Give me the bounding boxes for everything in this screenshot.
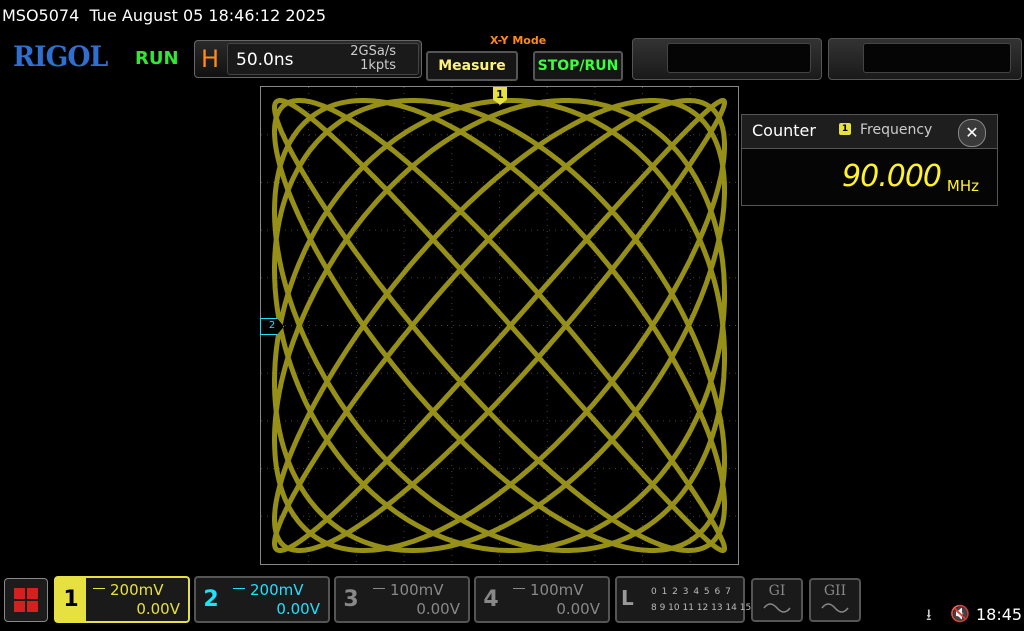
channel-3-offset: 0.00V [416, 600, 460, 618]
horizontal-letter: H [200, 45, 220, 73]
channel-1-box[interactable]: 1 200mV 0.00V [54, 576, 190, 623]
channel-1-scale: 200mV [110, 581, 164, 599]
xy-display[interactable] [260, 86, 739, 565]
counter-channel-badge: 1 [839, 123, 851, 135]
channel-2-box[interactable]: 2 200mV 0.00V [194, 576, 330, 623]
speaker-muted-icon[interactable]: 🔇 [950, 604, 970, 623]
menu-tab-box [863, 43, 1011, 73]
xy-mode-label: X-Y Mode [490, 34, 547, 47]
generator-2-label: GII [823, 583, 847, 599]
channel-4-scale: 100mV [530, 581, 584, 599]
sine-wave-icon [763, 603, 791, 613]
timebase-value: 50.0ns [236, 50, 294, 70]
counter-label: Frequency [860, 122, 933, 138]
close-icon[interactable]: ✕ [958, 119, 986, 147]
run-state[interactable]: RUN [135, 48, 179, 69]
channel-3-scale: 100mV [390, 581, 444, 599]
model-name: MSO5074 [2, 6, 80, 25]
home-button[interactable] [4, 578, 48, 622]
grid-menu-icon [14, 588, 38, 612]
channel-4-offset: 0.00V [556, 600, 600, 618]
menu-tab[interactable] [828, 38, 1022, 80]
dc-coupling-icon [233, 588, 245, 593]
channel-2-offset: 0.00V [276, 600, 320, 618]
dc-coupling-icon [373, 588, 385, 593]
sample-rate: 2GSa/s [350, 44, 396, 59]
sample-info: 2GSa/s 1kpts [350, 45, 396, 73]
generator-2-button[interactable]: GII [809, 578, 861, 622]
stop-run-button[interactable]: STOP/RUN [533, 51, 623, 81]
clock: 18:45 [976, 605, 1023, 624]
brand-logo: RIGOL [13, 40, 108, 73]
dc-coupling-icon [93, 588, 105, 593]
memory-depth: 1kpts [360, 58, 396, 73]
sine-wave-icon [821, 603, 849, 613]
logic-row-2: 8 9 10 11 12 13 14 15 [651, 603, 752, 613]
generator-1-label: GI [768, 583, 786, 599]
channel-4-number: 4 [483, 587, 499, 612]
channel-3-box[interactable]: 3 100mV 0.00V [334, 576, 470, 623]
counter-value: 90.000 [842, 159, 942, 194]
datetime: Tue August 05 18:46:12 2025 [89, 6, 327, 25]
horizontal-panel[interactable]: H 50.0ns 2GSa/s 1kpts [194, 40, 422, 78]
channel-1-number: 1 [56, 578, 86, 621]
channel-2-scale: 200mV [250, 581, 304, 599]
channel-2-number: 2 [203, 587, 219, 612]
channel-3-number: 3 [343, 587, 359, 612]
xy-plot [261, 87, 738, 564]
counter-value-box: 90.000 MHz [742, 148, 997, 205]
logic-letter: L [621, 586, 634, 610]
generator-1-button[interactable]: GI [751, 578, 803, 622]
trigger-tab[interactable] [632, 38, 822, 80]
usb-icon: ⭳ [926, 605, 932, 624]
timebase-box[interactable]: 50.0ns 2GSa/s 1kpts [227, 43, 419, 75]
channel-1-offset: 0.00V [136, 600, 180, 618]
measure-button[interactable]: Measure [426, 51, 518, 81]
dc-coupling-icon [513, 588, 525, 593]
trigger-tab-box [667, 43, 811, 73]
counter-title: Counter [752, 121, 816, 140]
logic-analyzer-box[interactable]: L 0 1 2 3 4 5 6 7 8 9 10 11 12 13 14 15 [615, 576, 751, 623]
logic-row-1: 0 1 2 3 4 5 6 7 [651, 587, 732, 597]
counter-panel: Counter 1 Frequency ✕ 90.000 MHz [741, 114, 998, 206]
status-line: MSO5074 Tue August 05 18:46:12 2025 [2, 6, 326, 25]
counter-unit: MHz [946, 177, 979, 195]
channel-4-box[interactable]: 4 100mV 0.00V [474, 576, 610, 623]
